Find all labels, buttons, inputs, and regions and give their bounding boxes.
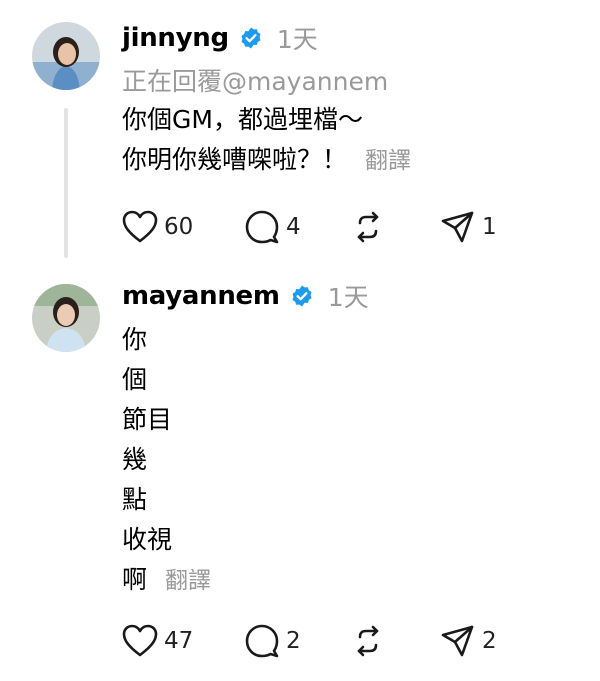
share-count: 1 [482,214,497,240]
thread-line [64,108,68,258]
like-button[interactable]: 47 [122,621,193,661]
share-button[interactable]: 1 [440,207,497,247]
repost-button[interactable] [350,207,386,247]
reply-post: jinnyng 1天 正在回覆@mayannem 你個GM，都過埋檔～ 你明你幾… [0,0,600,270]
translate-link[interactable]: 翻譯 [365,148,411,174]
post-text-line: 點 [122,485,148,514]
post-text-line: 個 [122,365,148,394]
post-header: jinnyng 1天 [122,20,318,56]
post-text-line: 你 [122,325,148,354]
avatar[interactable] [32,22,100,90]
like-count: 60 [164,214,194,240]
heart-icon [122,210,158,243]
share-button[interactable]: 2 [440,621,497,661]
avatar[interactable] [32,284,100,352]
repost-icon [357,625,379,657]
verified-badge-icon [239,26,263,50]
post-text: 你明你幾嘈㗎啦？！ [122,145,348,174]
post-text-line: 你個GM，都過埋檔～ [122,105,363,134]
action-bar: 47 2 2 [122,621,582,661]
verified-badge-icon [290,284,314,308]
post-header: mayannem 1天 [122,278,369,314]
post-text-line: 啊翻譯 [122,560,211,601]
username[interactable]: jinnyng [122,23,229,53]
translate-link[interactable]: 翻譯 [165,568,211,594]
comment-count: 2 [286,628,301,654]
post-text: 啊 [122,565,148,594]
comment-icon [245,210,279,244]
post-text-line: 節目 [122,405,173,434]
share-icon [441,211,474,243]
comment-icon [245,624,279,658]
username[interactable]: mayannem [122,281,280,311]
replying-to[interactable]: 正在回覆@mayannem [122,62,388,98]
comment-count: 4 [286,214,301,240]
heart-icon [122,624,158,657]
comment-button[interactable]: 4 [244,207,301,247]
post-text-line: 收視 [122,525,173,554]
like-button[interactable]: 60 [122,207,193,247]
action-bar: 60 4 1 [122,207,582,247]
share-icon [441,625,474,657]
timestamp: 1天 [276,25,318,54]
like-count: 47 [164,628,194,654]
timestamp: 1天 [327,283,369,312]
share-count: 2 [482,628,497,654]
post-text-line: 你明你幾嘈㗎啦？！ 翻譯 [122,140,411,181]
repost-icon [357,211,379,243]
repost-button[interactable] [350,621,386,661]
original-post: mayannem 1天 你 個 節目 幾 點 收視 啊翻譯 47 2 2 [0,270,600,681]
post-text-line: 幾 [122,445,148,474]
comment-button[interactable]: 2 [244,621,301,661]
